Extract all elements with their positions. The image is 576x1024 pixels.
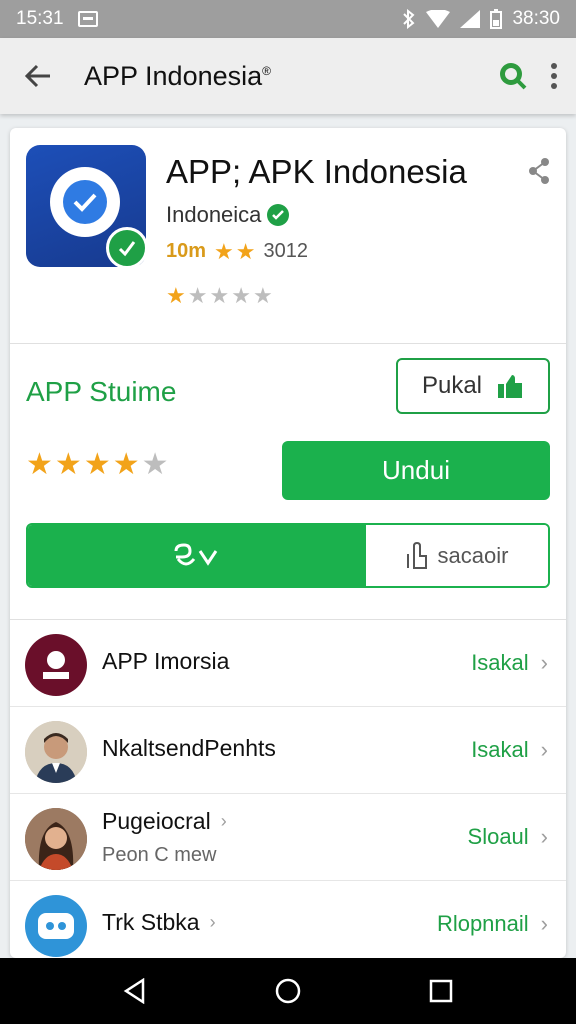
- star-filled-icon[interactable]: ★: [55, 450, 82, 480]
- verified-icon: [267, 204, 290, 226]
- avatar: [25, 721, 87, 783]
- user-icon: [43, 651, 69, 679]
- star-filled-icon: ★: [235, 238, 256, 264]
- nav-back-icon[interactable]: [123, 978, 147, 1004]
- app-detail-card: APP; APK Indonesia Indoneica 10m ★ ★ 3012…: [10, 128, 566, 958]
- app-header: APP; APK Indonesia Indoneica 10m ★ ★ 3012…: [10, 128, 566, 343]
- developer-name: Indoneica: [166, 202, 262, 227]
- install-button[interactable]: Undui: [282, 441, 550, 500]
- system-nav-bar: [0, 958, 576, 1024]
- list-item-title-text: Pugeiocral: [102, 808, 211, 834]
- arrow-left-icon: [24, 64, 50, 88]
- chevron-right-icon: ›: [220, 811, 227, 831]
- star-filled-icon[interactable]: ★: [26, 450, 53, 480]
- man-photo-icon: [25, 721, 87, 783]
- list-item-action-label: Rlopnnail: [436, 911, 529, 936]
- bluetooth-icon: [403, 9, 415, 29]
- actions-section: APP Stuime Pukal ★ ★ ★ ★ ★ Undui sacaoir: [10, 344, 566, 619]
- list-item-action[interactable]: Rlopnnail ›: [437, 911, 548, 937]
- star-empty-icon: ★: [209, 283, 230, 308]
- hand-icon: [406, 541, 427, 569]
- secondary-action-label: sacaoir: [437, 542, 509, 568]
- star-filled-icon[interactable]: ★: [113, 450, 140, 480]
- wifi-icon: [426, 10, 451, 28]
- list-item-action-label: Isakal: [471, 737, 529, 762]
- status-time: 15:31: [16, 8, 64, 29]
- pukal-button[interactable]: Pukal: [396, 358, 550, 414]
- chevron-right-icon: ›: [540, 650, 548, 675]
- status-bar: 15:31 38:30: [0, 0, 576, 38]
- list-item[interactable]: Trk Stbka › Rlopnnail ›: [10, 881, 566, 958]
- avatar: [25, 895, 87, 957]
- list-item-action[interactable]: Isakal ›: [471, 737, 548, 763]
- list-item-title-text: Trk Stbka: [102, 909, 200, 935]
- nav-recents-icon[interactable]: [429, 979, 453, 1003]
- review-count: 3012: [263, 240, 309, 262]
- user-rating-stars[interactable]: ★ ★ ★ ★ ★: [26, 450, 169, 480]
- star-empty-icon: ★: [252, 283, 273, 308]
- related-list: APP Imorsia Isakal › NkaltsendPenhts Isa…: [10, 620, 566, 958]
- split-button: sacaoir: [26, 523, 550, 588]
- woman-photo-icon: [25, 808, 87, 870]
- share-icon[interactable]: [528, 158, 550, 184]
- chevron-right-icon: ›: [540, 824, 548, 849]
- downloads-count: 10m: [166, 240, 207, 262]
- avatar: [25, 808, 87, 870]
- list-item-title: NkaltsendPenhts: [102, 735, 276, 761]
- battery-icon: [490, 9, 503, 29]
- signal-icon: [460, 10, 481, 28]
- list-item-action-label: Isakal: [471, 650, 529, 675]
- list-item[interactable]: APP Imorsia Isakal ›: [10, 620, 566, 707]
- star-empty-icon: ★: [187, 283, 208, 308]
- download-check-icon: [174, 542, 218, 566]
- star-filled-icon[interactable]: ★: [84, 450, 111, 480]
- app-bar-title-text: APP Indonesia: [84, 60, 263, 91]
- list-item-action[interactable]: Isakal ›: [471, 650, 548, 676]
- trademark-mark: ®: [262, 63, 271, 78]
- section-label: APP Stuime: [26, 376, 177, 407]
- star-filled-icon: ★: [166, 283, 186, 308]
- app-bar-title: APP Indonesia®: [84, 61, 271, 92]
- star-empty-icon: ★: [231, 283, 251, 308]
- list-item-title: Trk Stbka ›: [102, 909, 216, 936]
- list-item-action[interactable]: Sloaul ›: [468, 824, 548, 850]
- app-meta: 10m ★ ★ 3012: [166, 240, 308, 263]
- chevron-right-icon: ›: [540, 911, 548, 936]
- pukal-button-label: Pukal: [421, 372, 483, 399]
- small-rating-stars: ★ ★ ★ ★ ★: [166, 285, 273, 307]
- chevron-right-icon: ›: [540, 737, 548, 762]
- thumbs-up-icon: [498, 375, 523, 398]
- app-badge-icon: [106, 227, 148, 269]
- chevron-right-icon: ›: [209, 912, 216, 932]
- list-item[interactable]: NkaltsendPenhts Isakal ›: [10, 707, 566, 794]
- secondary-action-button[interactable]: sacaoir: [366, 525, 548, 586]
- list-item[interactable]: Pugeiocral › Peon C mew Sloaul ›: [10, 794, 566, 881]
- notification-icon: [77, 11, 98, 27]
- star-filled-icon: ★: [214, 238, 234, 264]
- list-item-action-label: Sloaul: [467, 824, 529, 849]
- nav-home-icon[interactable]: [274, 977, 302, 1005]
- list-item-subtitle: Peon C mew: [102, 844, 217, 866]
- developer[interactable]: Indoneica: [166, 202, 290, 228]
- meta-stars: ★ ★: [214, 238, 256, 264]
- app-title: APP; APK Indonesia: [166, 153, 467, 190]
- back-button[interactable]: [18, 56, 58, 96]
- star-empty-icon[interactable]: ★: [142, 450, 169, 480]
- app-icon: [26, 145, 148, 269]
- check-icon: [73, 193, 97, 212]
- download-button[interactable]: [28, 525, 366, 586]
- search-icon[interactable]: [498, 61, 528, 91]
- list-item-title: APP Imorsia: [102, 648, 230, 674]
- robot-icon: [38, 913, 74, 939]
- more-vert-icon[interactable]: [550, 63, 558, 89]
- app-bar: APP Indonesia®: [0, 38, 576, 114]
- list-item-title: Pugeiocral ›: [102, 808, 227, 835]
- status-clock: 38:30: [512, 8, 560, 29]
- avatar: [25, 634, 87, 696]
